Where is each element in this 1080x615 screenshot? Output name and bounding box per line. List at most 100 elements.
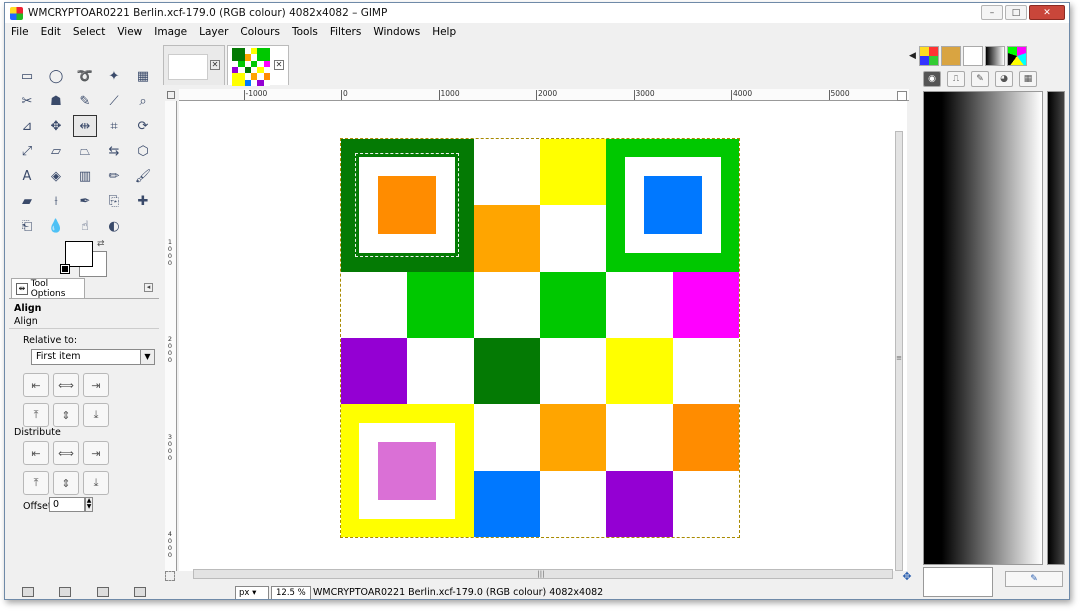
distribute-bottom-button[interactable]: ⤓ bbox=[83, 471, 109, 495]
dodge-burn-icon[interactable]: ◐ bbox=[102, 215, 126, 237]
navigate-icon[interactable]: ✥ bbox=[901, 571, 913, 583]
zoom-icon[interactable]: ⌕ bbox=[131, 90, 155, 112]
distribute-top-button[interactable]: ⤒ bbox=[23, 471, 49, 495]
scroll-handle[interactable]: ≡ bbox=[896, 352, 902, 364]
gimp-icon[interactable]: ◉ bbox=[923, 71, 941, 87]
pencil-icon[interactable]: ✏ bbox=[102, 165, 126, 187]
unit-select[interactable]: px ▾ bbox=[235, 586, 269, 599]
gradient-preview[interactable] bbox=[923, 91, 1043, 565]
close-icon[interactable]: ✕ bbox=[210, 60, 220, 70]
measure-icon[interactable]: ⊿ bbox=[15, 115, 39, 137]
move-icon[interactable]: ✥ bbox=[44, 115, 68, 137]
close-button[interactable]: ✕ bbox=[1029, 5, 1065, 20]
horizontal-ruler[interactable]: -1000 0 1000 2000 3000 4000 5000 bbox=[179, 89, 909, 101]
stamp-icon[interactable]: ⎍ bbox=[947, 71, 965, 87]
scale-icon[interactable]: ⤢ bbox=[15, 140, 39, 162]
swap-colors-icon[interactable]: ⇄ bbox=[97, 239, 105, 249]
quick-mask-icon[interactable] bbox=[165, 571, 175, 581]
zoom-select[interactable]: 12.5 % ▾ bbox=[271, 586, 311, 599]
menu-tools[interactable]: Tools bbox=[286, 26, 324, 38]
offset-input[interactable]: 0 bbox=[49, 497, 85, 512]
reset-colors-icon[interactable] bbox=[60, 264, 70, 274]
text-icon[interactable]: A bbox=[15, 165, 39, 187]
restore-options-icon[interactable] bbox=[59, 587, 72, 597]
align-top-button[interactable]: ⤒ bbox=[23, 403, 49, 427]
menu-help[interactable]: Help bbox=[426, 26, 462, 38]
color-wheel-icon[interactable]: ◕ bbox=[995, 71, 1013, 87]
save-options-icon[interactable] bbox=[21, 587, 34, 597]
delete-options-icon[interactable] bbox=[96, 587, 109, 597]
align-bottom-button[interactable]: ⤓ bbox=[83, 403, 109, 427]
menu-windows[interactable]: Windows bbox=[367, 26, 426, 38]
maximize-button[interactable]: □ bbox=[1005, 5, 1027, 20]
relative-to-select[interactable]: First item ▼ bbox=[31, 349, 155, 365]
distribute-center-button[interactable]: ⟺ bbox=[53, 441, 79, 465]
eraser-icon[interactable]: ▰ bbox=[15, 190, 39, 212]
canvas[interactable]: ≡ bbox=[179, 101, 907, 571]
tab-patterns[interactable] bbox=[919, 46, 939, 66]
fg-bg-colors[interactable]: ⇄ bbox=[60, 239, 111, 277]
dock-menu-icon[interactable]: ◂ bbox=[144, 283, 153, 292]
scroll-handle[interactable]: ||| bbox=[534, 570, 548, 578]
free-select-icon[interactable]: ➰ bbox=[73, 65, 97, 87]
reset-options-icon[interactable] bbox=[134, 587, 147, 597]
tab-brushes[interactable] bbox=[941, 46, 961, 66]
heal-icon[interactable]: ✚ bbox=[131, 190, 155, 212]
blend-icon[interactable]: ▥ bbox=[73, 165, 97, 187]
menu-colours[interactable]: Colours bbox=[234, 26, 286, 38]
close-icon[interactable]: ✕ bbox=[274, 60, 284, 70]
rotate-icon[interactable]: ⟳ bbox=[131, 115, 155, 137]
rect-select-icon[interactable]: ▭ bbox=[15, 65, 39, 87]
align-center-button[interactable]: ⟺ bbox=[53, 373, 79, 397]
perspective-clone-icon[interactable]: ⎗ bbox=[15, 215, 39, 237]
image[interactable] bbox=[340, 138, 740, 538]
align-left-button[interactable]: ⇤ bbox=[23, 373, 49, 397]
align-middle-button[interactable]: ⇕ bbox=[53, 403, 79, 427]
crop-icon[interactable]: ⌗ bbox=[102, 115, 126, 137]
fuzzy-select-icon[interactable]: ✦ bbox=[102, 65, 126, 87]
tab-fonts[interactable] bbox=[963, 46, 983, 66]
vertical-ruler[interactable]: 1000 2000 3000 4000 bbox=[165, 101, 177, 571]
menu-edit[interactable]: Edit bbox=[35, 26, 67, 38]
clone-icon[interactable]: ⎘ bbox=[102, 190, 126, 212]
foreground-color-swatch[interactable] bbox=[65, 241, 93, 267]
blur-icon[interactable]: 💧 bbox=[44, 215, 68, 237]
image-tab-berlin[interactable]: ✕ bbox=[227, 45, 289, 86]
menu-filters[interactable]: Filters bbox=[324, 26, 367, 38]
color-picker-icon[interactable]: ⟋ bbox=[102, 90, 126, 112]
edit-gradient-button[interactable]: ✎ bbox=[1005, 571, 1063, 587]
menu-view[interactable]: View bbox=[111, 26, 148, 38]
align-right-button[interactable]: ⇥ bbox=[83, 373, 109, 397]
airbrush-icon[interactable]: ⟊ bbox=[44, 190, 68, 212]
perspective-icon[interactable]: ⏢ bbox=[73, 140, 97, 162]
horizontal-scrollbar[interactable]: ||| bbox=[193, 569, 893, 579]
smudge-icon[interactable]: ☝ bbox=[73, 215, 97, 237]
color-select-icon[interactable]: ▦ bbox=[131, 65, 155, 87]
ellipse-select-icon[interactable]: ◯ bbox=[44, 65, 68, 87]
offset-spinner[interactable]: ▲ ▼ bbox=[85, 497, 93, 512]
distribute-right-button[interactable]: ⇥ bbox=[83, 441, 109, 465]
vertical-scrollbar[interactable]: ≡ bbox=[895, 131, 903, 571]
tab-tool-options[interactable]: ⇹ Tool Options bbox=[11, 278, 85, 299]
scissors-icon[interactable]: ✂ bbox=[15, 90, 39, 112]
brush-icon[interactable]: ✎ bbox=[971, 71, 989, 87]
zoom-toggle-icon[interactable] bbox=[897, 91, 907, 101]
paths-icon[interactable]: ✎ bbox=[73, 90, 97, 112]
menu-layer[interactable]: Layer bbox=[193, 26, 234, 38]
paintbrush-icon[interactable]: 🖌 bbox=[131, 165, 155, 187]
tab-palettes[interactable] bbox=[1007, 46, 1027, 66]
shear-icon[interactable]: ▱ bbox=[44, 140, 68, 162]
palette-icon[interactable]: ▦ bbox=[1019, 71, 1037, 87]
image-tab-blank[interactable]: ✕ bbox=[163, 45, 225, 85]
cage-icon[interactable]: ⬡ bbox=[131, 140, 155, 162]
menu-image[interactable]: Image bbox=[148, 26, 193, 38]
distribute-left-button[interactable]: ⇤ bbox=[23, 441, 49, 465]
gradient-selection[interactable] bbox=[923, 567, 993, 597]
distribute-middle-button[interactable]: ⇕ bbox=[53, 471, 79, 495]
menu-file[interactable]: File bbox=[5, 26, 35, 38]
align-icon[interactable]: ⇹ bbox=[73, 115, 97, 137]
chevron-left-icon[interactable]: ◀ bbox=[909, 51, 916, 61]
tab-gradients[interactable] bbox=[985, 46, 1005, 66]
ink-icon[interactable]: ✒ bbox=[73, 190, 97, 212]
gradient-list[interactable] bbox=[1047, 91, 1065, 565]
